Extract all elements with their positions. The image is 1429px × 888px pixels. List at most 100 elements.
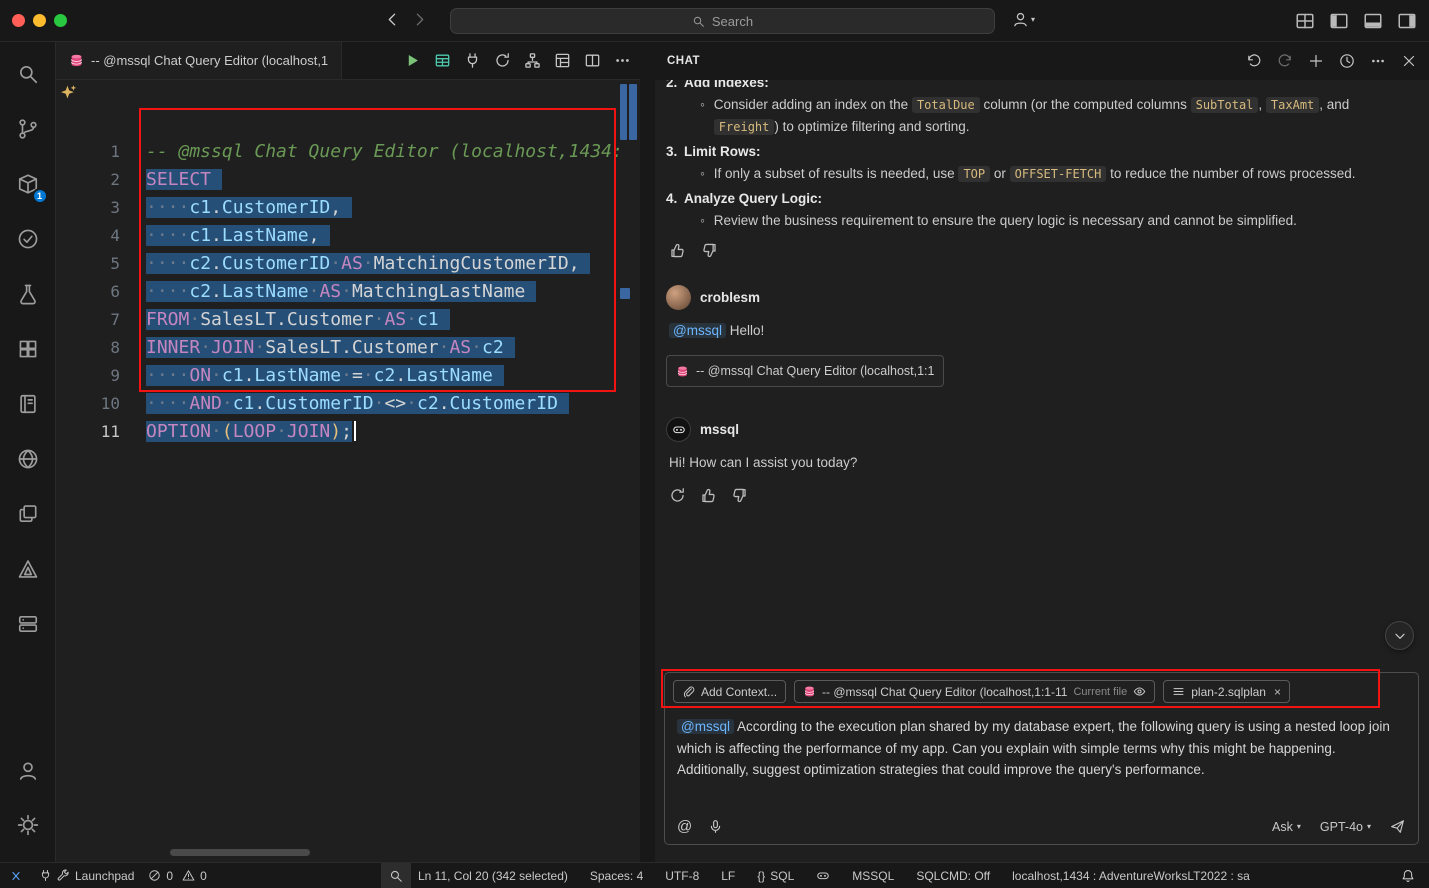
errors-count: 0	[166, 869, 173, 883]
sidebar-item-web[interactable]	[11, 442, 45, 476]
split-editor-icon[interactable]	[584, 52, 601, 69]
connection-status[interactable]: localhost,1434 : AdventureWorksLT2022 : …	[1006, 863, 1256, 888]
text-segment: Consider adding an index on the	[714, 97, 912, 112]
tab-mssql-chat-query-editor[interactable]: -- @mssql Chat Query Editor (localhost,1	[56, 42, 342, 79]
list-bullet: ◦Consider adding an index on the TotalDu…	[700, 94, 1411, 138]
toggle-panel-icon[interactable]	[1363, 11, 1383, 31]
overview-ruler-mark	[620, 288, 630, 299]
status-bar: Launchpad 0 0 Ln 11, Col 20 (342 selecte…	[0, 862, 1429, 888]
settings-gear-icon[interactable]	[11, 808, 45, 842]
horizontal-scrollbar[interactable]	[170, 849, 310, 856]
send-icon[interactable]	[1390, 819, 1405, 834]
actual-plan-icon[interactable]	[554, 52, 571, 69]
list-number: 4.	[666, 188, 684, 210]
sqlcmd-status[interactable]: SQLCMD: Off	[910, 863, 996, 888]
layers-icon	[17, 503, 39, 525]
problems-indicator[interactable]: 0 0	[141, 863, 213, 888]
mode-selector[interactable]: Ask▾	[1272, 820, 1301, 834]
line-number: 11	[56, 418, 146, 446]
chat-history-icon[interactable]	[1339, 53, 1355, 69]
thumbs-up-icon[interactable]	[669, 242, 686, 259]
chat-message-list[interactable]: 2. Add Indexes: ◦Consider adding an inde…	[655, 80, 1429, 672]
add-context-button[interactable]: Add Context...	[673, 680, 786, 703]
code-editor[interactable]: 1-- @mssql Chat Query Editor (localhost,…	[56, 80, 620, 846]
new-chat-icon[interactable]	[1308, 53, 1324, 69]
eye-icon[interactable]	[1133, 685, 1146, 698]
minimize-window-button[interactable]	[33, 14, 46, 27]
list-bullet: ◦If only a subset of results is needed, …	[700, 163, 1411, 185]
mention-icon[interactable]: @	[677, 818, 692, 835]
command-center-search[interactable]: Search	[450, 8, 995, 34]
notifications-bell[interactable]	[1395, 863, 1421, 888]
sidebar-item-sql-projects[interactable]	[11, 552, 45, 586]
chat-input-text[interactable]: @mssql According to the execution plan s…	[665, 707, 1418, 781]
remove-chip-icon[interactable]: ×	[1274, 685, 1281, 699]
estimated-plan-icon[interactable]	[524, 52, 541, 69]
microphone-icon[interactable]	[708, 819, 723, 834]
undo-icon[interactable]	[1246, 53, 1262, 69]
scroll-to-bottom-button[interactable]	[1385, 621, 1414, 650]
chat-input-container[interactable]: Add Context... -- @mssql Chat Query Edit…	[664, 672, 1419, 845]
cursor-position[interactable]: Ln 11, Col 20 (342 selected)	[412, 863, 574, 888]
copilot-sparkle-icon[interactable]	[60, 84, 77, 104]
account-icon[interactable]	[11, 754, 45, 788]
list-number: 3.	[666, 141, 684, 163]
plan-context-chip[interactable]: plan-2.sqlplan ×	[1163, 680, 1290, 703]
redo-icon[interactable]	[1277, 53, 1293, 69]
encoding-indicator[interactable]: UTF-8	[659, 863, 705, 888]
change-connection-icon[interactable]	[464, 52, 481, 69]
extensions-icon	[17, 338, 39, 360]
account-menu[interactable]: ▾	[1012, 11, 1035, 28]
feedback-row	[669, 242, 1411, 259]
thumbs-down-icon[interactable]	[701, 242, 718, 259]
indentation-indicator[interactable]: Spaces: 4	[584, 863, 649, 888]
chevron-down-icon: ▾	[1297, 822, 1301, 831]
zoom-window-button[interactable]	[54, 14, 67, 27]
language-mode[interactable]: {}SQL	[751, 863, 800, 888]
code-line: 6····c2.LastName·AS·MatchingLastName	[56, 278, 620, 306]
sidebar-item-notebooks[interactable]	[11, 387, 45, 421]
editor-chat-divider[interactable]	[640, 42, 655, 862]
list-title: Add Indexes:	[684, 80, 769, 94]
sidebar-item-database[interactable]	[11, 607, 45, 641]
sidebar-item-copies[interactable]	[11, 497, 45, 531]
sidebar-item-extensions[interactable]	[11, 332, 45, 366]
more-actions-icon[interactable]	[1370, 53, 1386, 69]
bullet-marker: ◦	[700, 163, 705, 185]
model-selector[interactable]: GPT-4o▾	[1320, 820, 1371, 834]
regenerate-icon[interactable]	[669, 487, 686, 504]
zoom-button[interactable]	[381, 863, 411, 888]
sidebar-item-lab[interactable]	[11, 277, 45, 311]
thumbs-up-icon[interactable]	[700, 487, 717, 504]
user-message-header: croblesm	[666, 285, 1411, 310]
back-icon[interactable]	[384, 11, 401, 31]
sidebar-item-search[interactable]	[11, 57, 45, 91]
wrench-icon	[57, 869, 70, 882]
flask-icon	[17, 283, 39, 305]
toggle-sidebar-icon[interactable]	[1329, 11, 1349, 31]
launchpad-button[interactable]: Launchpad	[32, 863, 141, 888]
thumbs-down-icon[interactable]	[731, 487, 748, 504]
code-line: 2SELECT	[56, 166, 620, 194]
copilot-status[interactable]	[810, 863, 836, 888]
sidebar-item-source-control[interactable]	[11, 112, 45, 146]
results-grid-icon[interactable]	[434, 52, 451, 69]
mssql-status[interactable]: MSSQL	[846, 863, 900, 888]
more-actions-icon[interactable]	[614, 52, 631, 69]
sidebar-item-remote-explorer[interactable]: 1	[11, 167, 45, 201]
close-icon[interactable]	[1401, 53, 1417, 69]
remote-indicator[interactable]	[0, 863, 32, 888]
sidebar-item-testing[interactable]	[11, 222, 45, 256]
eol-indicator[interactable]: LF	[715, 863, 741, 888]
layout-grid-icon[interactable]	[1295, 11, 1315, 31]
text-segment: , and	[1319, 97, 1349, 112]
close-window-button[interactable]	[12, 14, 25, 27]
forward-icon[interactable]	[411, 11, 428, 31]
run-query-icon[interactable]	[404, 52, 421, 69]
server-icon	[17, 613, 39, 635]
refresh-intellisense-icon[interactable]	[494, 52, 511, 69]
attachment-chip[interactable]: -- @mssql Chat Query Editor (localhost,1…	[666, 355, 944, 387]
inline-code: TotalDue	[912, 97, 980, 113]
toggle-secondary-sidebar-icon[interactable]	[1397, 11, 1417, 31]
file-context-chip[interactable]: -- @mssql Chat Query Editor (localhost,1…	[794, 680, 1155, 703]
